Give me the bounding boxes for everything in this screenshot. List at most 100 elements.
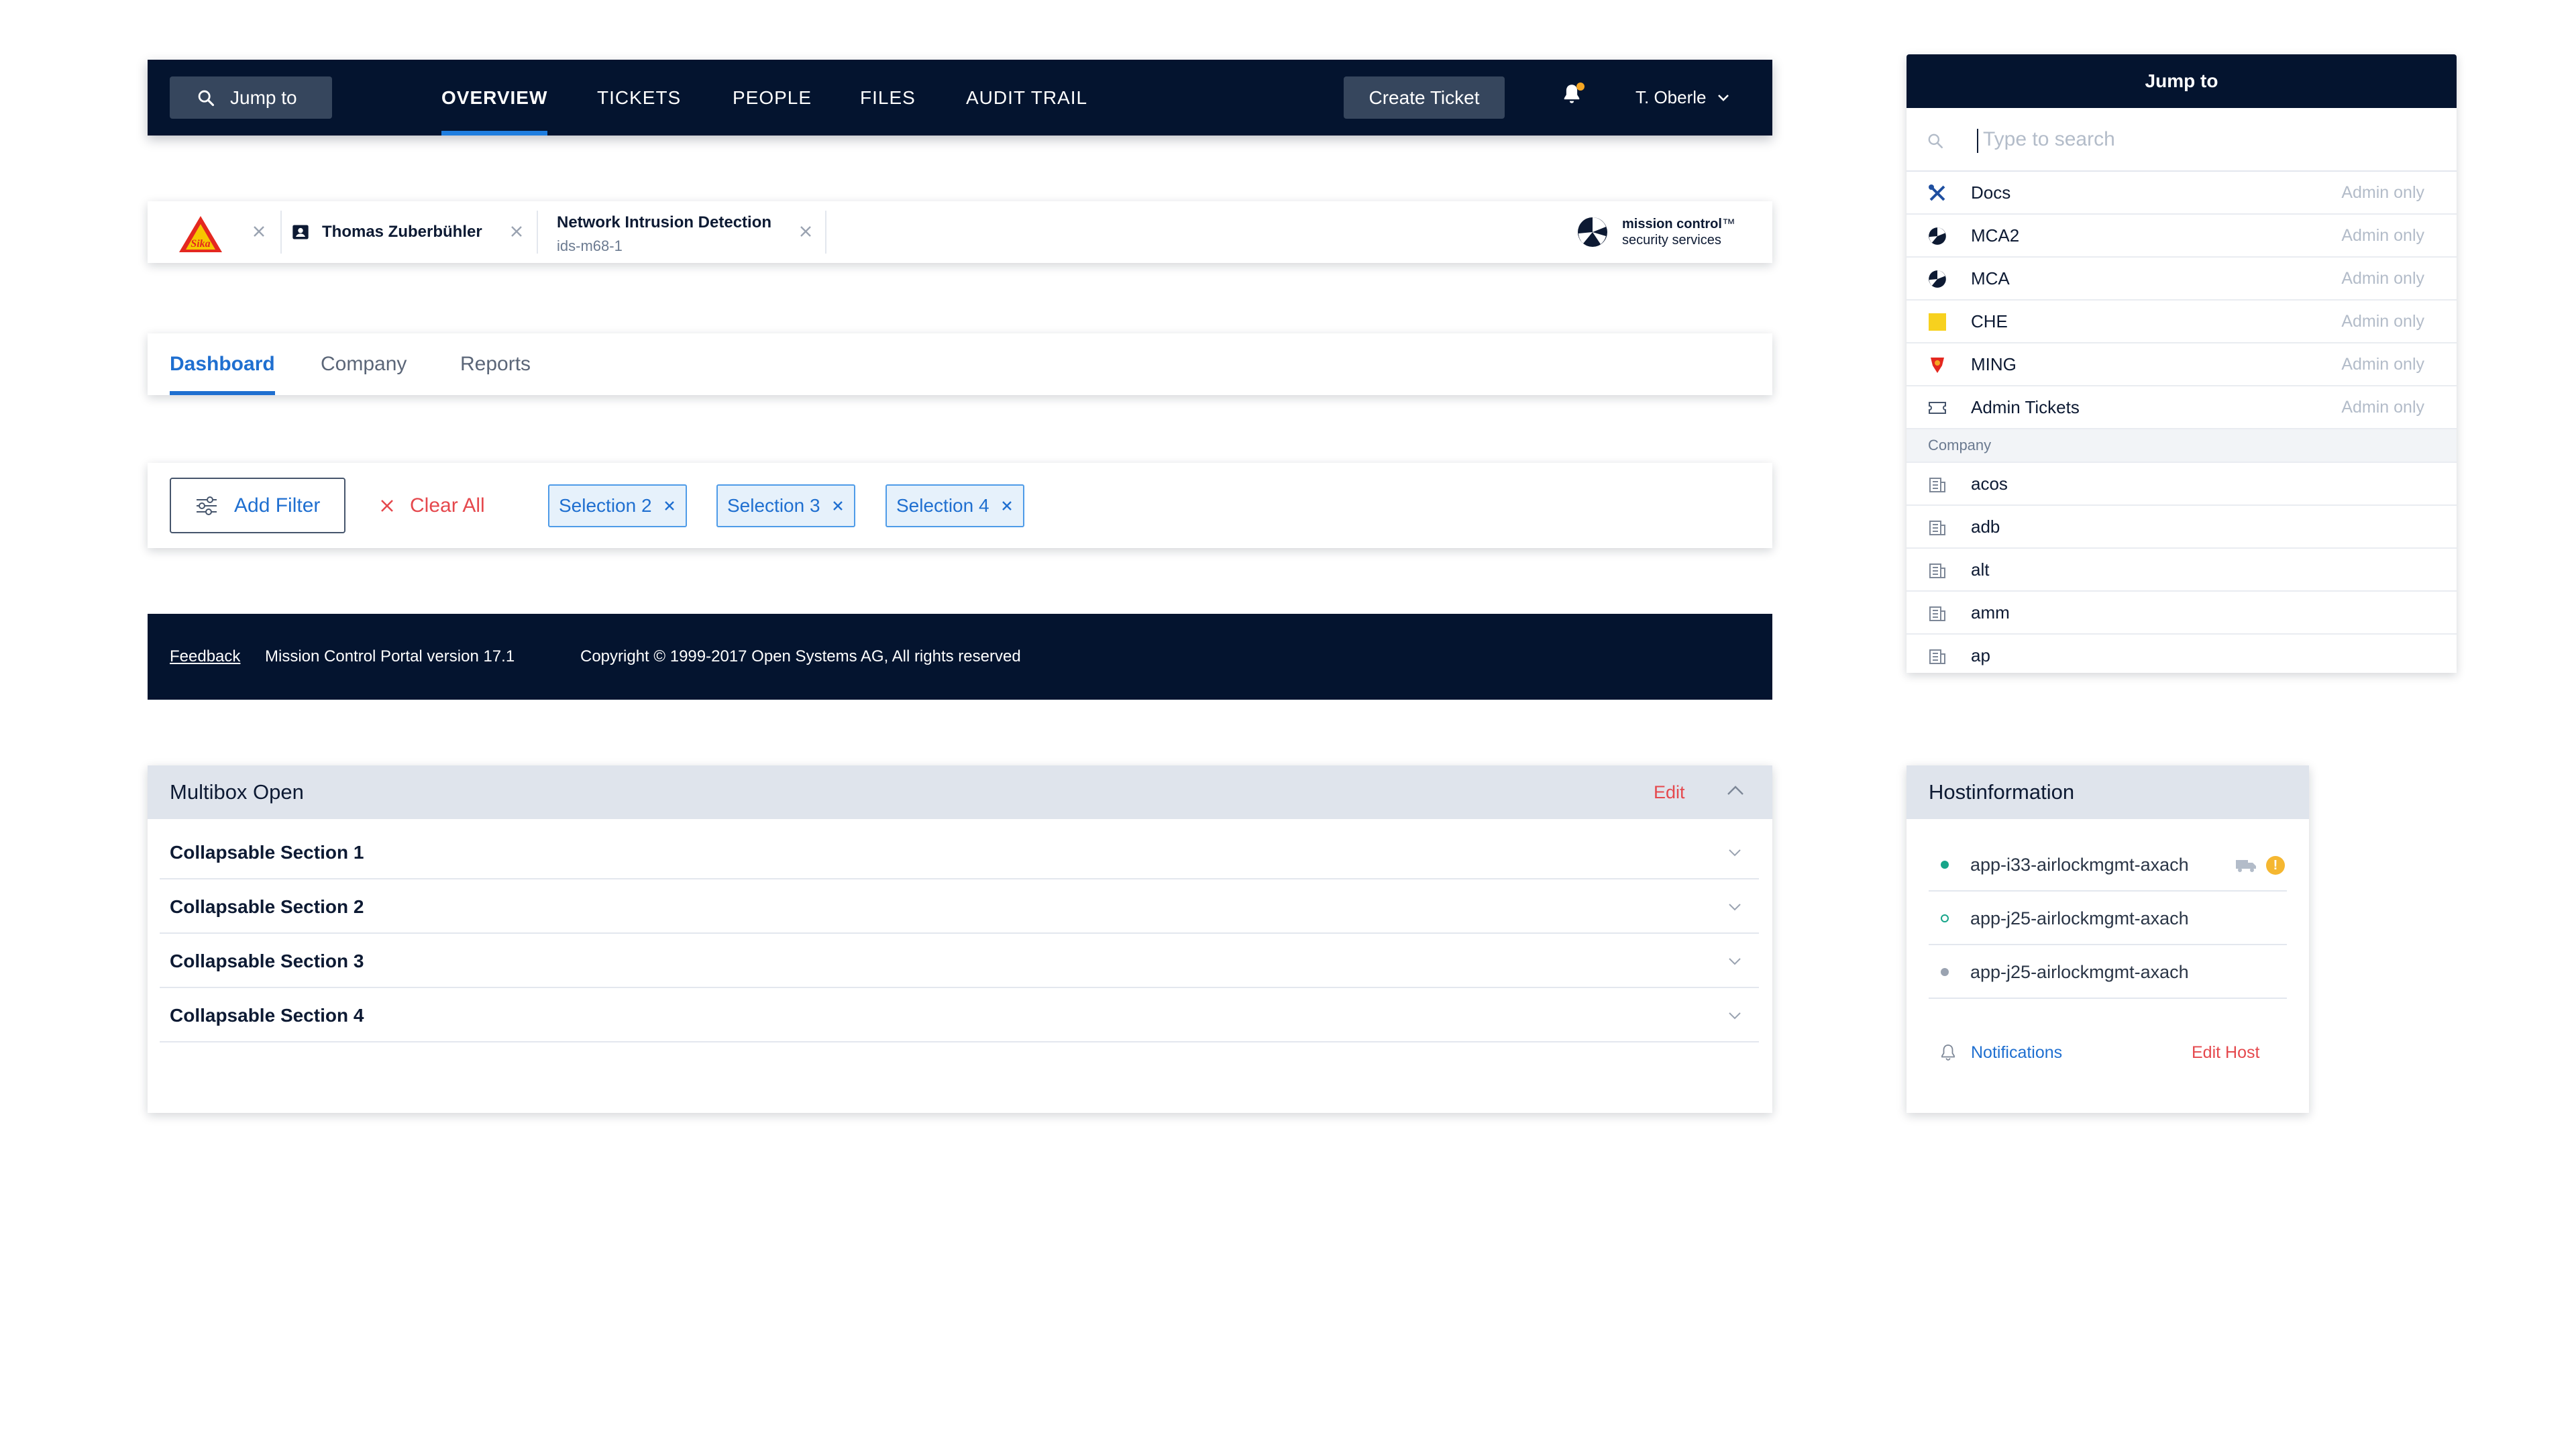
jump-company-item[interactable]: acos [1907,463,2457,506]
jump-item-che[interactable]: CHE Admin only [1907,301,2457,343]
collapsible-section-2[interactable]: Collapsable Section 2 [160,880,1759,934]
jump-item-ming[interactable]: MING Admin only [1907,343,2457,386]
jump-company-item[interactable]: alt [1907,549,2457,592]
jump-company-item[interactable]: amm [1907,592,2457,635]
section-label: Collapsable Section 1 [170,842,364,863]
person-context[interactable]: Thomas Zuberbühler [291,201,482,263]
multibox-panel: Multibox Open Edit Collapsable Section 1… [148,765,1772,1113]
feedback-link[interactable]: Feedback [170,647,240,666]
filter-chip-label: Selection 3 [727,495,820,516]
tab-bar: Dashboard Company Reports [148,333,1772,395]
add-filter-button[interactable]: Add Filter [170,478,345,533]
tools-icon [1929,184,1945,201]
close-icon [381,499,393,512]
company-name: amm [1971,602,2010,623]
shield-logo-icon [1931,358,1944,373]
create-ticket-button[interactable]: Create Ticket [1344,76,1505,119]
status-dot-offline [1941,968,1949,976]
tab-dashboard[interactable]: Dashboard [170,333,275,395]
admin-only-badge: Admin only [2341,354,2424,374]
chevron-down-icon [1717,94,1729,101]
status-dot-partial [1941,914,1949,922]
host-name: app-j25-airlockmgmt-axach [1970,908,2189,928]
jump-to-label: Jump to [230,87,297,108]
jump-search-input[interactable]: Type to search [1907,108,2457,172]
building-icon [1929,521,1945,535]
host-information-panel: Hostinformation app-i33-airlockmgmt-axac… [1907,765,2309,1113]
filter-chip-label: Selection 2 [559,495,652,516]
contact-card-icon [292,225,309,239]
sliders-icon [197,496,217,515]
notifications-link[interactable]: Notifications [1940,1032,2062,1073]
chevron-down-icon [1729,849,1741,857]
mission-control-icon [1929,227,1946,245]
host-row[interactable]: app-j25-airlockmgmt-axach [1929,945,2287,999]
jump-item-admin-tickets[interactable]: Admin Tickets Admin only [1907,386,2457,429]
company-name: acos [1971,473,2008,494]
user-menu[interactable]: T. Oberle [1635,60,1729,136]
tab-reports[interactable]: Reports [460,333,531,395]
top-navigation-bar: Jump to OVERVIEW TICKETS PEOPLE FILES AU… [148,60,1772,136]
jump-to-button[interactable]: Jump to [170,76,332,119]
admin-only-badge: Admin only [2341,225,2424,245]
jump-to-panel-title: Jump to [1907,54,2457,108]
jump-item-name: MCA [1971,268,2010,288]
jump-item-docs[interactable]: Docs Admin only [1907,172,2457,215]
remove-person-icon[interactable] [508,223,525,240]
nav-item-overview[interactable]: OVERVIEW [441,60,548,136]
jump-item-name: CHE [1971,311,2008,331]
jump-item-mca[interactable]: MCA Admin only [1907,258,2457,301]
tab-company[interactable]: Company [321,333,407,395]
person-name: Thomas Zuberbühler [322,223,482,241]
collapsible-section-4[interactable]: Collapsable Section 4 [160,989,1759,1042]
nav-item-people[interactable]: PEOPLE [733,60,812,136]
remove-company-icon[interactable] [250,223,268,240]
chevron-down-icon [1729,1012,1741,1020]
text-cursor [1977,129,1978,153]
collapsible-section-1[interactable]: Collapsable Section 1 [160,826,1759,879]
collapsible-section-3[interactable]: Collapsable Section 3 [160,934,1759,988]
building-icon [1929,649,1945,664]
company-name: adb [1971,516,2000,537]
divider [280,211,282,254]
close-icon[interactable] [1000,499,1014,513]
clear-all-button[interactable]: Clear All [379,478,485,533]
nav-item-files[interactable]: FILES [860,60,916,136]
section-label: Collapsable Section 2 [170,896,364,917]
service-context[interactable]: Network Intrusion Detection ids-m68-1 [557,213,771,255]
jump-item-name: Docs [1971,182,2011,203]
nav-item-audit-trail[interactable]: AUDIT TRAIL [966,60,1087,136]
svg-text:Sika: Sika [191,238,210,250]
filter-chip[interactable]: Selection 4 [885,484,1024,527]
jump-to-panel: Jump to Type to search Docs Admin only M… [1907,54,2457,673]
divider [825,211,826,254]
chevron-up-icon[interactable] [1726,784,1745,796]
user-name: T. Oberle [1635,87,1707,107]
remove-service-icon[interactable] [797,223,814,240]
notifications-bell-button[interactable] [1562,83,1585,109]
jump-company-item[interactable]: ap [1907,635,2457,673]
nav-item-tickets[interactable]: TICKETS [597,60,681,136]
jump-item-mca2[interactable]: MCA2 Admin only [1907,215,2457,258]
close-icon[interactable] [663,499,676,513]
footer: Feedback Mission Control Portal version … [148,614,1772,700]
host-row[interactable]: app-i33-airlockmgmt-axach ! [1929,838,2287,892]
yellow-square-icon [1929,313,1946,331]
mission-control-icon [1929,270,1946,288]
building-icon [1929,478,1945,492]
multibox-edit-button[interactable]: Edit [1654,765,1685,819]
host-row[interactable]: app-j25-airlockmgmt-axach [1929,892,2287,945]
section-label: Collapsable Section 3 [170,951,364,971]
chevron-down-icon [1729,958,1741,965]
filter-bar: Add Filter Clear All Selection 2 Selecti… [148,463,1772,548]
multibox-title: Multibox Open [170,780,304,804]
edit-host-button[interactable]: Edit Host [2192,1032,2259,1073]
jump-item-name: MCA2 [1971,225,2020,246]
filter-chip[interactable]: Selection 3 [716,484,855,527]
mission-control-brand: mission control™ security services [1576,216,1735,248]
add-filter-label: Add Filter [234,494,321,517]
filter-chip[interactable]: Selection 2 [548,484,687,527]
close-icon[interactable] [831,499,845,513]
jump-item-name: Admin Tickets [1971,396,2080,417]
jump-company-item[interactable]: adb [1907,506,2457,549]
